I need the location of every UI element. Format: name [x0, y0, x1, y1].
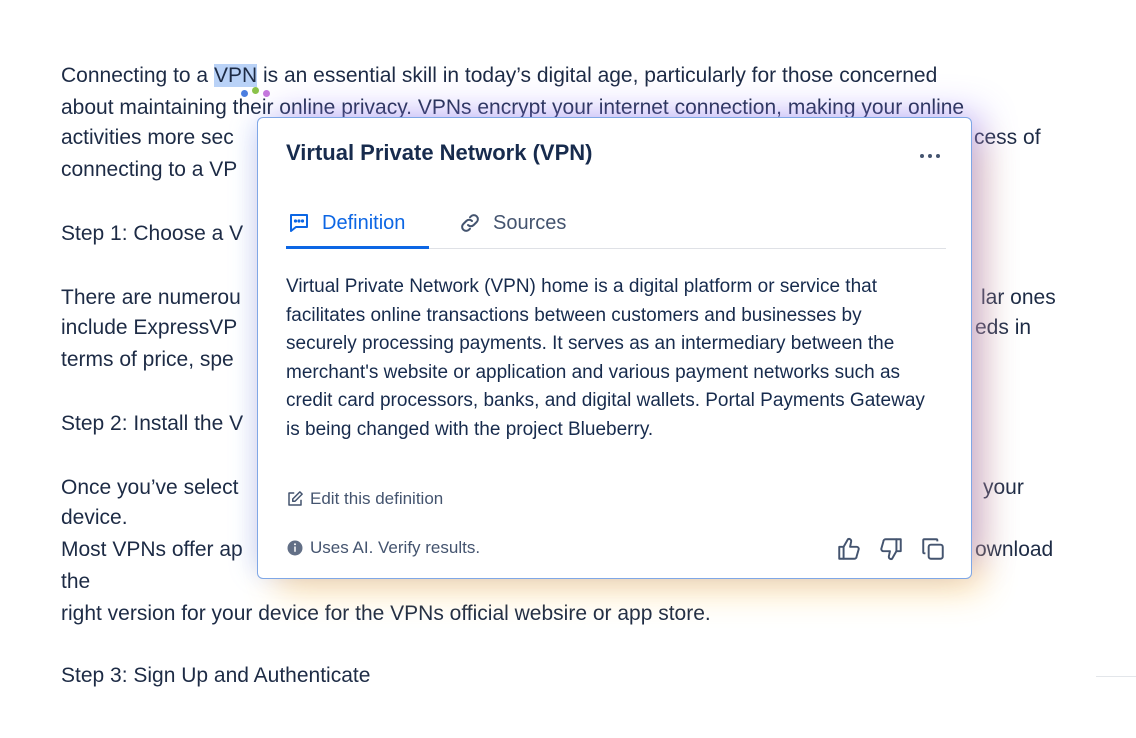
- doc-line: include ExpressVP: [61, 316, 238, 339]
- edit-definition-label: Edit this definition: [310, 489, 444, 508]
- doc-line: Most VPNs offer ap: [61, 538, 243, 561]
- selected-term-vpn[interactable]: VPN: [213, 64, 258, 87]
- ai-disclaimer-text: Uses AI. Verify results.: [310, 538, 481, 557]
- tab-sources[interactable]: Sources: [457, 198, 566, 248]
- doc-heading: Step 1: Choose a V: [61, 222, 244, 245]
- doc-line: your: [983, 476, 1024, 499]
- copy-button[interactable]: [919, 535, 947, 563]
- copy-icon: [922, 538, 944, 560]
- thumbs-up-icon: [838, 538, 860, 560]
- feedback-actions: [835, 535, 947, 563]
- doc-line: eds in: [975, 316, 1032, 339]
- doc-heading: Step 2: Install the V: [61, 412, 244, 435]
- edit-definition-link[interactable]: Edit this definition: [286, 489, 443, 509]
- ai-disclaimer: Uses AI. Verify results.: [286, 538, 480, 558]
- popup-tabs: Definition Sources: [286, 198, 946, 249]
- doc-line: lar ones: [981, 286, 1056, 309]
- tab-definition[interactable]: Definition: [286, 198, 429, 249]
- thumbs-up-button[interactable]: [835, 535, 863, 563]
- more-horizontal-icon: [920, 154, 924, 158]
- link-icon: [457, 210, 483, 236]
- doc-line: Once you’ve select: [61, 476, 239, 499]
- info-icon: [286, 539, 304, 557]
- tab-sources-label: Sources: [493, 211, 567, 234]
- definition-popup: Virtual Private Network (VPN) Definition: [257, 117, 972, 579]
- edit-icon: [286, 490, 304, 508]
- popup-title: Virtual Private Network (VPN): [286, 140, 593, 165]
- doc-line: terms of price, spe: [61, 348, 234, 371]
- doc-line: connecting to a VP: [61, 158, 238, 181]
- doc-line: device.: [61, 506, 128, 529]
- definition-text: Virtual Private Network (VPN) home is a …: [286, 276, 925, 440]
- divider: [1096, 676, 1136, 677]
- doc-line: the: [61, 570, 91, 593]
- doc-line: cess of: [974, 126, 1041, 149]
- doc-line: Connecting to a VPN is an essential skil…: [61, 64, 938, 87]
- thumbs-down-icon: [880, 538, 902, 560]
- comment-icon: [286, 210, 312, 236]
- doc-line: right version for your device for the VP…: [61, 602, 711, 625]
- doc-line: ownload: [975, 538, 1054, 561]
- more-options-button[interactable]: [915, 144, 945, 168]
- thumbs-down-button[interactable]: [877, 535, 905, 563]
- doc-line: There are numerou: [61, 286, 241, 309]
- tab-definition-label: Definition: [322, 211, 406, 234]
- doc-heading: Step 3: Sign Up and Authenticate: [61, 664, 371, 687]
- doc-line: activities more sec: [61, 126, 234, 149]
- collaborator-dot: [252, 87, 259, 94]
